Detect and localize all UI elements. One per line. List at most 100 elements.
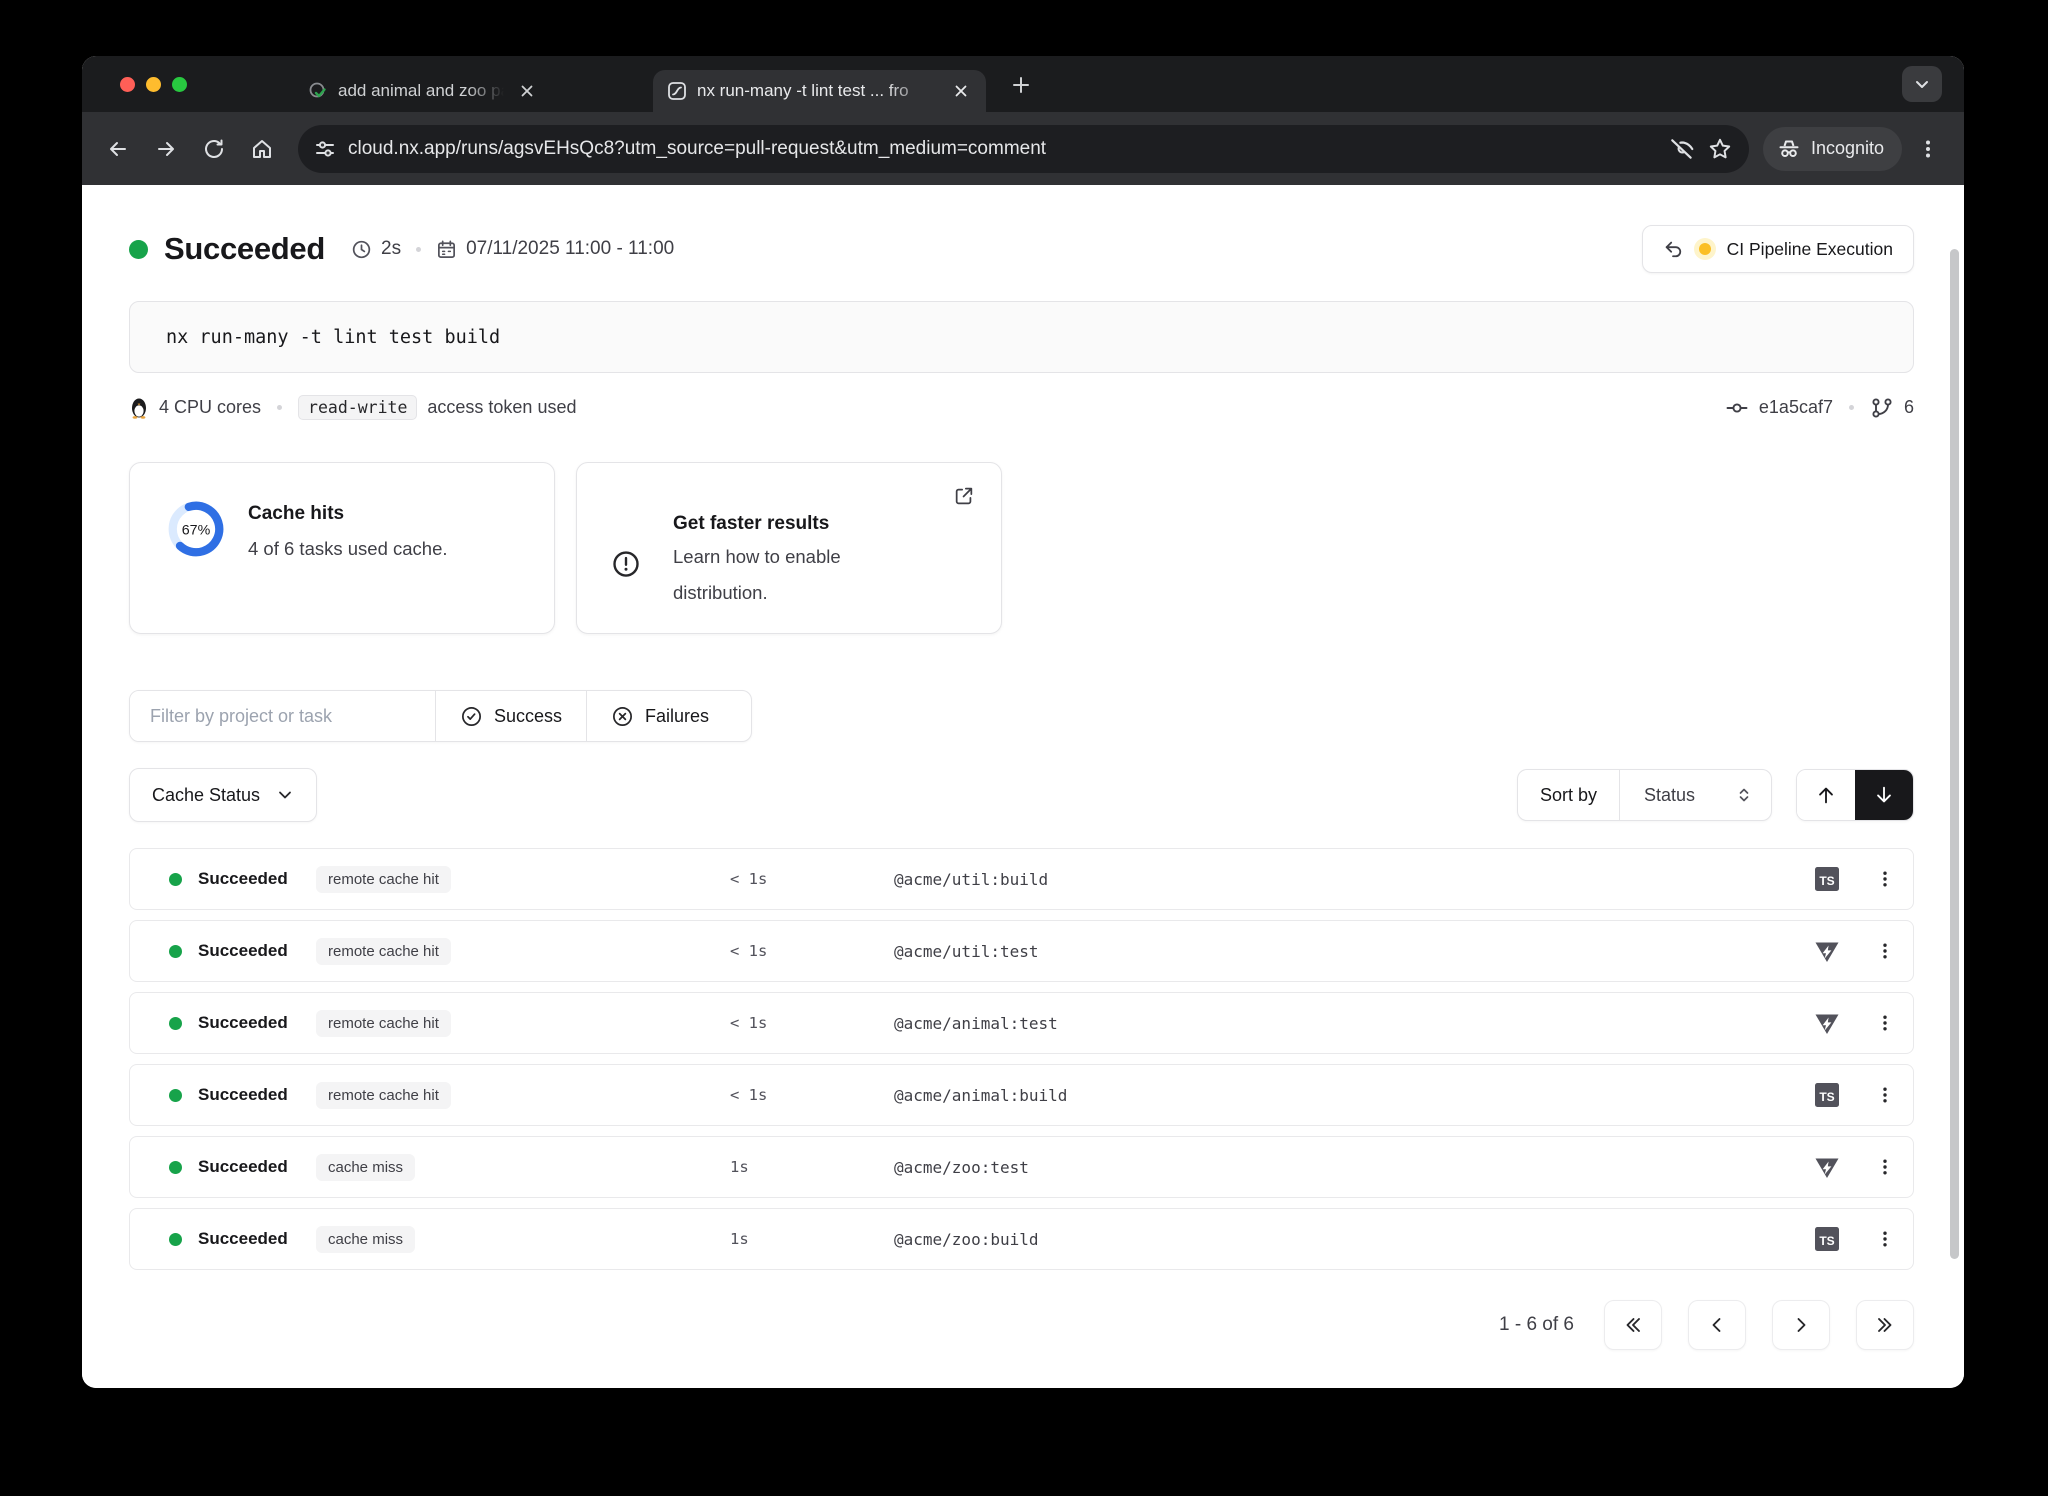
tab-pull-request[interactable]: add animal and zoo packages [294, 70, 552, 112]
close-tab-icon[interactable] [948, 78, 974, 104]
row-status-dot [169, 945, 182, 958]
row-menu-icon[interactable] [1857, 1086, 1913, 1104]
nx-cloud-favicon [667, 81, 687, 101]
browser-window: add animal and zoo packages nx run-many … [82, 56, 1964, 1388]
incognito-label: Incognito [1811, 138, 1884, 159]
sort-descending-button[interactable] [1855, 770, 1913, 820]
close-window-button[interactable] [120, 77, 135, 92]
access-token-badge: read-write [298, 395, 417, 420]
back-icon[interactable] [96, 127, 140, 171]
typescript-icon: TS [1814, 1082, 1840, 1108]
row-status-dot [169, 1233, 182, 1246]
typescript-icon: TS [1814, 866, 1840, 892]
run-duration: 2s [381, 238, 401, 260]
row-duration: < 1s [730, 870, 894, 888]
sort-value: Status [1644, 785, 1695, 806]
filter-success-label: Success [494, 706, 562, 727]
sort-direction-group [1796, 769, 1914, 821]
row-duration: 1s [730, 1230, 894, 1248]
page-content: Succeeded 2s 07/11/2025 11:00 - 11:00 [82, 185, 1964, 1388]
cache-status-label: Cache Status [152, 785, 260, 806]
row-status-dot [169, 1089, 182, 1102]
cache-status-badge: remote cache hit [316, 938, 451, 965]
next-page-button[interactable] [1772, 1300, 1830, 1350]
filter-failures-label: Failures [645, 706, 709, 727]
row-menu-icon[interactable] [1857, 942, 1913, 960]
tab-nx-run[interactable]: nx run-many -t lint test ... fro [653, 70, 986, 112]
sort-select[interactable]: Status [1619, 770, 1771, 820]
row-task-name[interactable]: @acme/zoo:test [894, 1158, 1797, 1177]
maximize-window-button[interactable] [172, 77, 187, 92]
cpu-cores-label: 4 CPU cores [159, 397, 261, 418]
forward-icon[interactable] [144, 127, 188, 171]
home-icon[interactable] [240, 127, 284, 171]
minimize-window-button[interactable] [146, 77, 161, 92]
cache-status-dropdown[interactable]: Cache Status [129, 768, 317, 822]
table-row[interactable]: Succeeded remote cache hit < 1s @acme/an… [129, 992, 1914, 1054]
row-menu-icon[interactable] [1857, 1014, 1913, 1032]
url-bar[interactable]: cloud.nx.app/runs/agsvEHsQc8?utm_source=… [298, 125, 1749, 173]
new-tab-button[interactable] [1004, 68, 1038, 102]
svg-text:67%: 67% [182, 522, 211, 538]
pipeline-button-label: CI Pipeline Execution [1727, 239, 1893, 260]
typescript-icon: TS [1814, 1226, 1840, 1252]
row-menu-icon[interactable] [1857, 1158, 1913, 1176]
check-circle-icon [460, 705, 483, 728]
vitest-icon [1814, 938, 1840, 964]
filter-input[interactable] [130, 691, 435, 741]
cache-hits-card: 67% Cache hits 4 of 6 tasks used cache. [129, 462, 555, 634]
table-row[interactable]: Succeeded cache miss 1s @acme/zoo:build … [129, 1208, 1914, 1270]
row-status-dot [169, 1017, 182, 1030]
cache-status-badge: remote cache hit [316, 866, 451, 893]
close-tab-icon[interactable] [514, 78, 540, 104]
pipeline-status-dot [1699, 243, 1711, 255]
prev-page-button[interactable] [1688, 1300, 1746, 1350]
filter-success-button[interactable]: Success [435, 691, 586, 741]
access-token-suffix: access token used [427, 397, 576, 418]
incognito-icon [1777, 137, 1801, 161]
reload-icon[interactable] [192, 127, 236, 171]
external-link-icon[interactable] [953, 485, 975, 507]
last-page-button[interactable] [1856, 1300, 1914, 1350]
filter-failures-button[interactable]: Failures [586, 691, 733, 741]
row-menu-icon[interactable] [1857, 870, 1913, 888]
commit-sha[interactable]: e1a5caf7 [1759, 397, 1833, 418]
branch-count[interactable]: 6 [1904, 397, 1914, 418]
first-page-button[interactable] [1604, 1300, 1662, 1350]
get-faster-results-card[interactable]: Get faster results Learn how to enable d… [576, 462, 1002, 634]
cache-status-badge: cache miss [316, 1154, 415, 1181]
row-task-name[interactable]: @acme/animal:build [894, 1086, 1797, 1105]
tab-search-button[interactable] [1902, 66, 1942, 102]
faster-results-title: Get faster results [673, 509, 971, 539]
cache-status-badge: cache miss [316, 1226, 415, 1253]
browser-menu-icon[interactable] [1906, 127, 1950, 171]
table-row[interactable]: Succeeded remote cache hit < 1s @acme/ut… [129, 920, 1914, 982]
commit-icon[interactable] [1725, 396, 1749, 420]
row-duration: 1s [730, 1158, 894, 1176]
site-settings-icon[interactable] [314, 138, 336, 160]
url-text: cloud.nx.app/runs/agsvEHsQc8?utm_source=… [348, 138, 1657, 160]
row-task-name[interactable]: @acme/animal:test [894, 1014, 1797, 1033]
sort-group: Sort by Status [1517, 769, 1772, 821]
row-task-name[interactable]: @acme/zoo:build [894, 1230, 1797, 1249]
ci-pipeline-execution-button[interactable]: CI Pipeline Execution [1642, 225, 1914, 273]
table-row[interactable]: Succeeded remote cache hit < 1s @acme/ut… [129, 848, 1914, 910]
eye-off-icon[interactable] [1669, 136, 1695, 162]
branch-icon[interactable] [1870, 396, 1894, 420]
cache-status-badge: remote cache hit [316, 1010, 451, 1037]
sort-ascending-button[interactable] [1797, 770, 1855, 820]
page-title: Succeeded [164, 231, 325, 267]
pagination-label: 1 - 6 of 6 [1499, 1314, 1574, 1336]
table-row[interactable]: Succeeded cache miss 1s @acme/zoo:test [129, 1136, 1914, 1198]
run-date-range: 07/11/2025 11:00 - 11:00 [466, 238, 674, 260]
separator-dot [277, 405, 282, 410]
row-menu-icon[interactable] [1857, 1230, 1913, 1248]
run-command: nx run-many -t lint test build [129, 301, 1914, 373]
table-row[interactable]: Succeeded remote cache hit < 1s @acme/an… [129, 1064, 1914, 1126]
separator-dot [416, 247, 421, 252]
vitest-icon [1814, 1154, 1840, 1180]
row-task-name[interactable]: @acme/util:test [894, 942, 1797, 961]
bookmark-star-icon[interactable] [1707, 136, 1733, 162]
row-task-name[interactable]: @acme/util:build [894, 870, 1797, 889]
scrollbar[interactable] [1950, 249, 1959, 1259]
